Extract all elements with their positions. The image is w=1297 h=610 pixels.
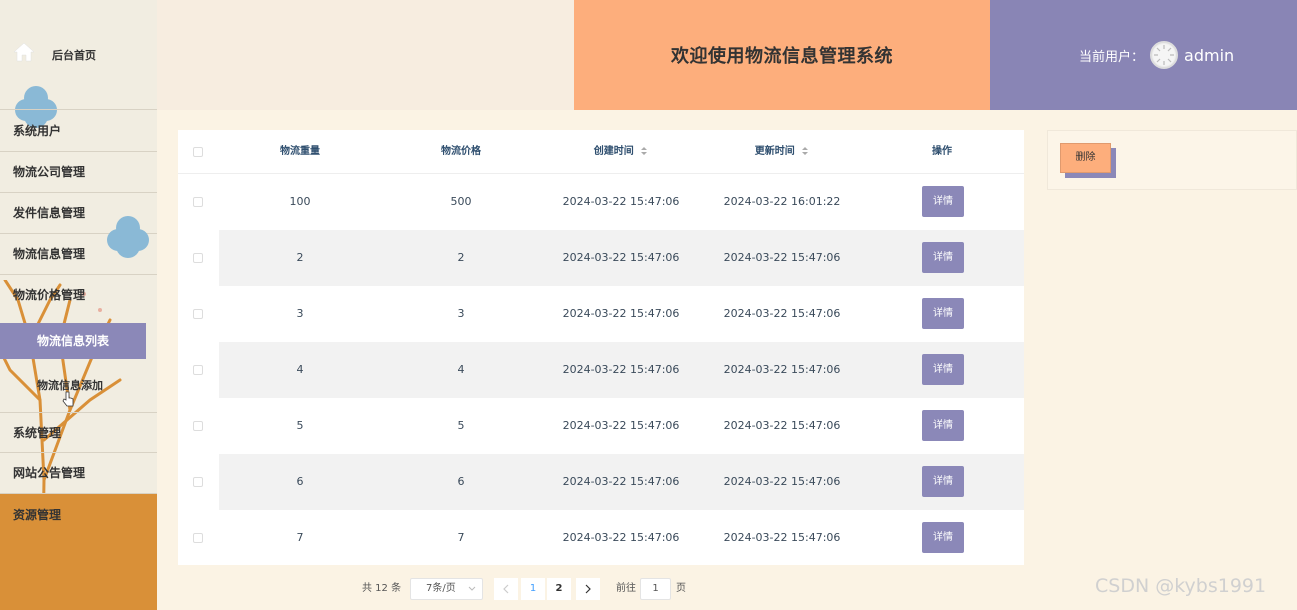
column-updated[interactable]: 更新时间 xyxy=(702,130,862,174)
row-checkbox[interactable] xyxy=(193,309,203,319)
header-title-box: 欢迎使用物流信息管理系统 xyxy=(574,0,990,110)
chevron-down-icon xyxy=(468,586,476,591)
cell-price: 6 xyxy=(457,475,465,488)
delete-button[interactable]: 删除 xyxy=(1060,143,1111,173)
page-size-select[interactable]: 7条/页 xyxy=(410,578,483,600)
cell-weight: 2 xyxy=(296,251,304,264)
table-row: 4 4 2024-03-22 15:47:06 2024-03-22 15:47… xyxy=(178,342,1024,398)
table-row: 3 3 2024-03-22 15:47:06 2024-03-22 15:47… xyxy=(178,286,1024,342)
home-icon xyxy=(13,42,35,62)
page-number-2[interactable]: 2 xyxy=(547,578,571,600)
detail-button[interactable]: 详情 xyxy=(922,354,964,385)
cell-weight: 6 xyxy=(296,475,304,488)
column-action: 操作 xyxy=(932,146,952,157)
detail-button[interactable]: 详情 xyxy=(922,410,964,441)
chevron-right-icon xyxy=(585,584,591,594)
detail-button[interactable]: 详情 xyxy=(922,186,964,217)
cell-price: 5 xyxy=(457,419,465,432)
sidebar: 后台首页 系统用户 物流公司管理 发件信息管理 物流信息管理 物流价格管理 物流… xyxy=(0,0,157,610)
home-label: 后台首页 xyxy=(52,49,96,62)
cell-weight: 100 xyxy=(289,195,311,208)
pagination-total: 共 12 条 xyxy=(362,583,402,594)
cell-weight: 7 xyxy=(296,531,304,544)
detail-button[interactable]: 详情 xyxy=(922,298,964,329)
cell-created: 2024-03-22 15:47:06 xyxy=(562,307,680,320)
chevron-left-icon xyxy=(503,584,509,594)
cell-updated: 2024-03-22 15:47:06 xyxy=(723,475,841,488)
page-size-value: 7条/页 xyxy=(426,583,456,594)
row-checkbox[interactable] xyxy=(193,197,203,207)
sidebar-item-resources[interactable]: 资源管理 xyxy=(0,495,157,536)
submenu-logistics-info-list[interactable]: 物流信息列表 xyxy=(0,323,146,359)
table-row: 5 5 2024-03-22 15:47:06 2024-03-22 15:47… xyxy=(178,398,1024,454)
cell-updated: 2024-03-22 15:47:06 xyxy=(723,363,841,376)
cell-price: 7 xyxy=(457,531,465,544)
row-checkbox[interactable] xyxy=(193,533,203,543)
cell-created: 2024-03-22 15:47:06 xyxy=(562,363,680,376)
cell-weight: 4 xyxy=(296,363,304,376)
column-created-label: 创建时间 xyxy=(593,146,634,157)
prev-page-button[interactable] xyxy=(494,578,518,600)
cell-updated: 2024-03-22 15:47:06 xyxy=(723,531,841,544)
cloud-decoration xyxy=(107,216,149,258)
current-user-name: admin xyxy=(1184,45,1235,65)
cell-price: 500 xyxy=(450,195,472,208)
sort-icon[interactable] xyxy=(801,146,809,156)
header-user-box: 当前用户： admin xyxy=(990,0,1297,110)
cell-created: 2024-03-22 15:47:06 xyxy=(562,195,680,208)
avatar[interactable] xyxy=(1150,41,1179,69)
column-updated-label: 更新时间 xyxy=(754,146,795,157)
row-checkbox[interactable] xyxy=(193,421,203,431)
header-blank-area xyxy=(157,0,574,110)
table-row: 6 6 2024-03-22 15:47:06 2024-03-22 15:47… xyxy=(178,454,1024,510)
cell-updated: 2024-03-22 16:01:22 xyxy=(723,195,841,208)
row-checkbox[interactable] xyxy=(193,253,203,263)
cell-price: 2 xyxy=(457,251,465,264)
sidebar-item-site-announcement[interactable]: 网站公告管理 xyxy=(0,453,157,494)
goto-page-input[interactable]: 1 xyxy=(640,578,671,600)
cell-weight: 3 xyxy=(296,307,304,320)
cell-price: 4 xyxy=(457,363,465,376)
table-row: 2 2 2024-03-22 15:47:06 2024-03-22 15:47… xyxy=(178,230,1024,286)
sort-icon[interactable] xyxy=(640,146,648,156)
next-page-button[interactable] xyxy=(576,578,600,600)
cell-weight: 5 xyxy=(296,419,304,432)
home-link[interactable]: 后台首页 xyxy=(0,0,157,110)
sidebar-item-logistics-company[interactable]: 物流公司管理 xyxy=(0,152,157,193)
goto-label: 前往 xyxy=(616,583,636,594)
hand-cursor-icon xyxy=(62,391,74,407)
watermark: CSDN @kybs1991 xyxy=(1095,575,1267,597)
detail-button[interactable]: 详情 xyxy=(922,522,964,553)
column-price: 物流价格 xyxy=(441,146,481,157)
avatar-icon xyxy=(1153,44,1176,66)
cell-updated: 2024-03-22 15:47:06 xyxy=(723,307,841,320)
column-weight: 物流重量 xyxy=(280,146,320,157)
sidebar-item-system-management[interactable]: 系统管理 xyxy=(0,412,157,453)
current-user-label: 当前用户： xyxy=(1079,49,1145,65)
table-row: 7 7 2024-03-22 15:47:06 2024-03-22 15:47… xyxy=(178,510,1024,566)
cell-created: 2024-03-22 15:47:06 xyxy=(562,475,680,488)
page-suffix-label: 页 xyxy=(676,583,686,594)
row-checkbox[interactable] xyxy=(193,477,203,487)
table-header: 物流重量 物流价格 创建时间 更新时间 操作 xyxy=(178,130,1024,174)
page-title: 欢迎使用物流信息管理系统 xyxy=(671,46,893,67)
data-table: 物流重量 物流价格 创建时间 更新时间 操作 100 500 2024-03-2… xyxy=(178,130,1024,565)
cell-updated: 2024-03-22 15:47:06 xyxy=(723,251,841,264)
cell-created: 2024-03-22 15:47:06 xyxy=(562,531,680,544)
table-row: 100 500 2024-03-22 15:47:06 2024-03-22 1… xyxy=(178,174,1024,230)
detail-button[interactable]: 详情 xyxy=(922,466,964,497)
cell-created: 2024-03-22 15:47:06 xyxy=(562,251,680,264)
row-checkbox[interactable] xyxy=(193,365,203,375)
cell-price: 3 xyxy=(457,307,465,320)
page-number-1[interactable]: 1 xyxy=(521,578,545,600)
sidebar-item-system-users[interactable]: 系统用户 xyxy=(0,111,157,152)
cell-created: 2024-03-22 15:47:06 xyxy=(562,419,680,432)
sidebar-item-logistics-price[interactable]: 物流价格管理 xyxy=(0,275,157,316)
select-all-checkbox[interactable] xyxy=(193,147,203,157)
detail-button[interactable]: 详情 xyxy=(922,242,964,273)
cell-updated: 2024-03-22 15:47:06 xyxy=(723,419,841,432)
column-created[interactable]: 创建时间 xyxy=(541,130,701,174)
